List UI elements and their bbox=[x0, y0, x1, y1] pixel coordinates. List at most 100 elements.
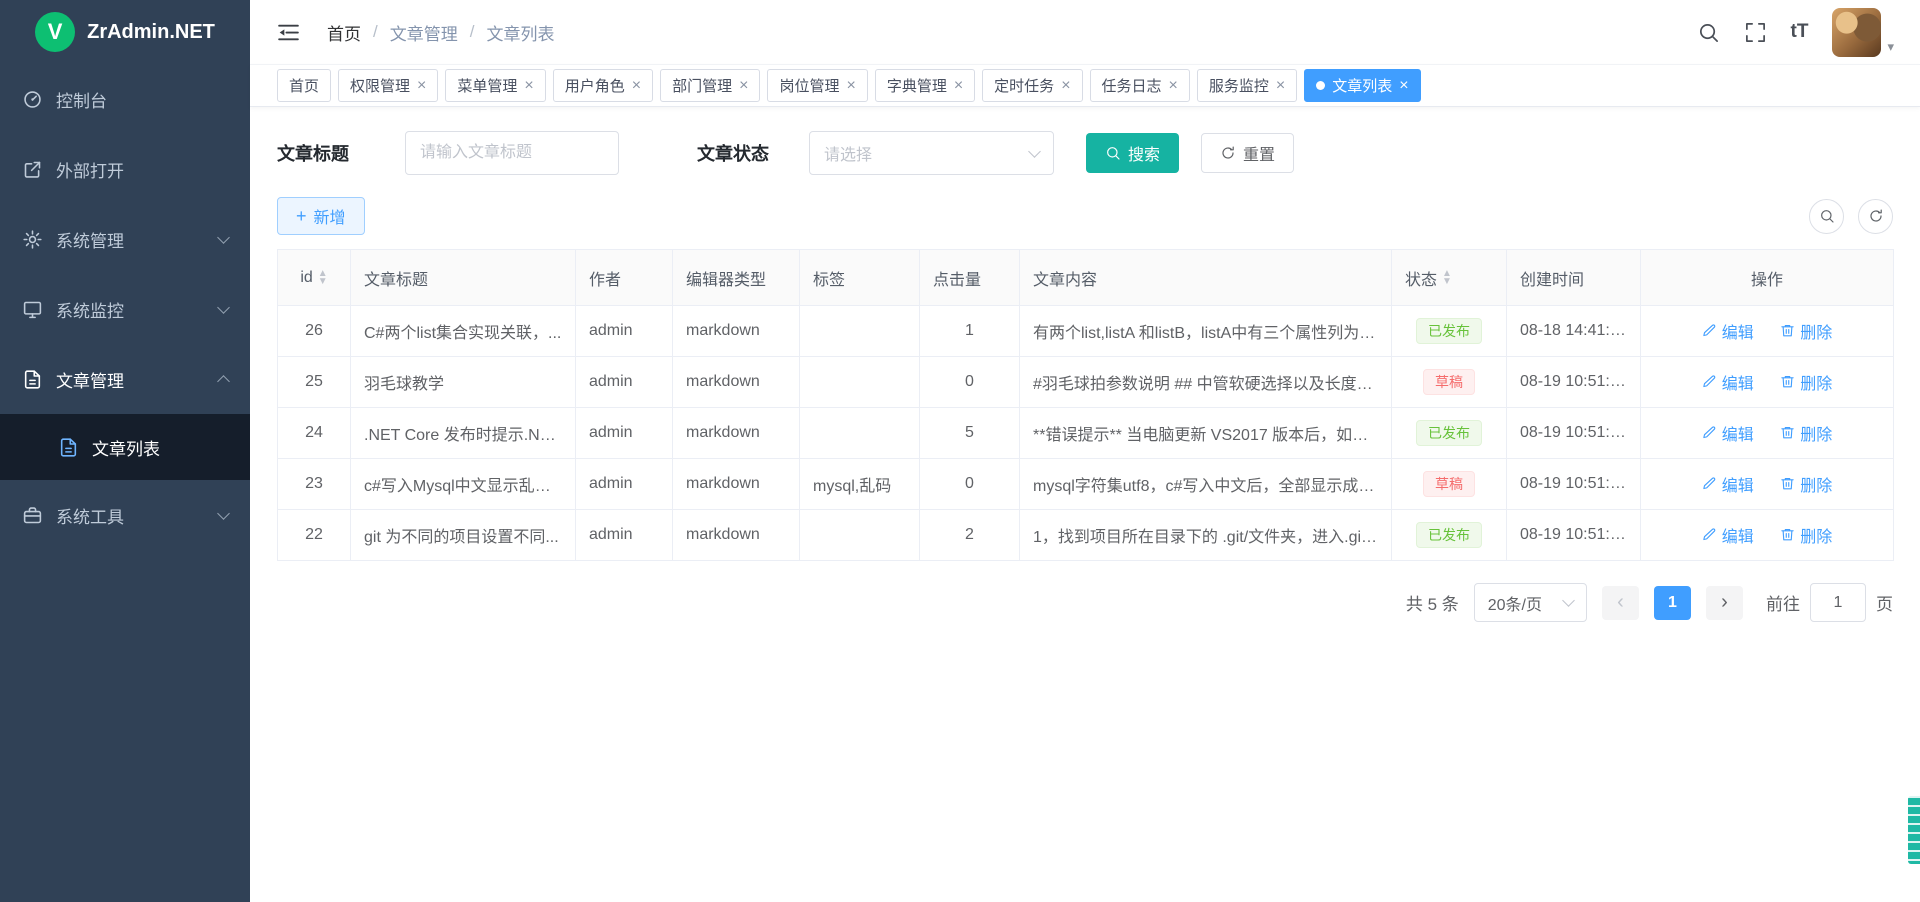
breadcrumb-home[interactable]: 首页 bbox=[327, 20, 361, 45]
cell-id: 25 bbox=[278, 357, 351, 408]
tab-service-monitor[interactable]: 服务监控 × bbox=[1197, 69, 1297, 102]
close-icon[interactable]: × bbox=[846, 78, 855, 94]
close-icon[interactable]: × bbox=[1399, 78, 1408, 94]
tab-scheduled-task[interactable]: 定时任务 × bbox=[982, 69, 1082, 102]
trash-icon bbox=[1780, 374, 1795, 389]
cell-title: 羽毛球教学 bbox=[351, 357, 576, 408]
trash-icon bbox=[1780, 425, 1795, 440]
edit-button[interactable]: 编辑 bbox=[1702, 319, 1754, 343]
page-number-1[interactable]: 1 bbox=[1654, 586, 1691, 620]
tab-label: 任务日志 bbox=[1102, 75, 1162, 96]
tab-user-role[interactable]: 用户角色 × bbox=[553, 69, 653, 102]
edit-button[interactable]: 编辑 bbox=[1702, 472, 1754, 496]
pencil-icon bbox=[1702, 425, 1717, 440]
reset-button[interactable]: 重置 bbox=[1201, 133, 1294, 173]
article-status-select[interactable]: 请选择 bbox=[809, 131, 1054, 175]
delete-button[interactable]: 删除 bbox=[1780, 472, 1832, 496]
table-row: 22 git 为不同的项目设置不同... admin markdown 2 1，… bbox=[278, 510, 1894, 561]
cell-tags bbox=[800, 510, 920, 561]
add-button[interactable]: + 新增 bbox=[277, 197, 365, 235]
collapse-sidebar-button[interactable] bbox=[276, 20, 301, 45]
table-row: 24 .NET Core 发布时提示.NET... admin markdown… bbox=[278, 408, 1894, 459]
search-button[interactable]: 搜索 bbox=[1086, 133, 1179, 173]
delete-button[interactable]: 删除 bbox=[1780, 319, 1832, 343]
next-page-button[interactable]: › bbox=[1706, 586, 1743, 620]
chevron-down-icon bbox=[217, 507, 230, 520]
prev-page-button[interactable]: ‹ bbox=[1602, 586, 1639, 620]
refresh-table-button[interactable] bbox=[1858, 199, 1893, 234]
tab-dept-mgmt[interactable]: 部门管理 × bbox=[660, 69, 760, 102]
tab-menu-mgmt[interactable]: 菜单管理 × bbox=[445, 69, 545, 102]
table-row: 25 羽毛球教学 admin markdown 0 #羽毛球拍参数说明 ## 中… bbox=[278, 357, 1894, 408]
close-icon[interactable]: × bbox=[1276, 78, 1285, 94]
article-table: id ▲▼ 文章标题 作者 编辑器类型 标签 点击量 文章内容 状态 ▲▼ bbox=[277, 249, 1894, 561]
tab-task-log[interactable]: 任务日志 × bbox=[1090, 69, 1190, 102]
edit-button[interactable]: 编辑 bbox=[1702, 421, 1754, 445]
close-icon[interactable]: × bbox=[524, 78, 533, 94]
column-status[interactable]: 状态 ▲▼ bbox=[1392, 250, 1507, 306]
tab-label: 首页 bbox=[289, 75, 319, 96]
sidebar-item-system-monitor[interactable]: 系统监控 bbox=[0, 274, 250, 344]
sidebar-item-dashboard[interactable]: 控制台 bbox=[0, 64, 250, 134]
edit-button[interactable]: 编辑 bbox=[1702, 523, 1754, 547]
close-icon[interactable]: × bbox=[632, 78, 641, 94]
tab-permission-mgmt[interactable]: 权限管理 × bbox=[338, 69, 438, 102]
tab-home[interactable]: 首页 bbox=[277, 69, 331, 102]
delete-button[interactable]: 删除 bbox=[1780, 523, 1832, 547]
cell-created: 08-19 10:51:27 bbox=[1507, 408, 1641, 459]
user-menu[interactable]: ▾ bbox=[1832, 8, 1894, 57]
cell-operations: 编辑 删除 bbox=[1641, 306, 1894, 357]
status-badge: 草稿 bbox=[1423, 369, 1475, 396]
cell-created: 08-18 14:41:36 bbox=[1507, 306, 1641, 357]
close-icon[interactable]: × bbox=[1061, 78, 1070, 94]
goto-page-input[interactable] bbox=[1810, 583, 1866, 622]
search-icon[interactable] bbox=[1697, 21, 1720, 44]
sidebar-menu: 控制台 外部打开 系统管理 系统监控 bbox=[0, 64, 250, 902]
avatar[interactable] bbox=[1832, 8, 1881, 57]
delete-button[interactable]: 删除 bbox=[1780, 370, 1832, 394]
cell-operations: 编辑 删除 bbox=[1641, 459, 1894, 510]
cell-author: admin bbox=[576, 357, 673, 408]
breadcrumb-article-management[interactable]: 文章管理 bbox=[390, 20, 458, 45]
tab-label: 服务监控 bbox=[1209, 75, 1269, 96]
tab-post-mgmt[interactable]: 岗位管理 × bbox=[767, 69, 867, 102]
tab-article-list[interactable]: 文章列表 × bbox=[1304, 69, 1420, 102]
cell-editor: markdown bbox=[673, 357, 800, 408]
breadcrumb-article-list: 文章列表 bbox=[486, 20, 554, 45]
cell-tags bbox=[800, 306, 920, 357]
close-icon[interactable]: × bbox=[1169, 78, 1178, 94]
tab-label: 字典管理 bbox=[887, 75, 947, 96]
plus-icon: + bbox=[296, 207, 307, 225]
sort-icons[interactable]: ▲▼ bbox=[318, 270, 328, 286]
fullscreen-icon[interactable] bbox=[1744, 21, 1767, 44]
status-badge: 草稿 bbox=[1423, 471, 1475, 498]
font-size-icon[interactable]: tT bbox=[1791, 21, 1809, 43]
close-icon[interactable]: × bbox=[739, 78, 748, 94]
article-management-submenu: 文章列表 bbox=[0, 414, 250, 480]
sidebar-item-system-tools[interactable]: 系统工具 bbox=[0, 480, 250, 550]
sidebar-item-external-open[interactable]: 外部打开 bbox=[0, 134, 250, 204]
cell-editor: markdown bbox=[673, 459, 800, 510]
chevron-up-icon bbox=[217, 375, 230, 388]
cell-content: mysql字符集utf8，c#写入中文后，全部显示成? ... bbox=[1020, 459, 1392, 510]
status-badge: 已发布 bbox=[1416, 318, 1482, 345]
chevron-down-icon bbox=[1562, 594, 1575, 607]
article-title-input[interactable] bbox=[405, 131, 619, 175]
edit-button[interactable]: 编辑 bbox=[1702, 370, 1754, 394]
sort-icons[interactable]: ▲▼ bbox=[1442, 270, 1452, 286]
toggle-search-button[interactable] bbox=[1809, 199, 1844, 234]
column-id[interactable]: id ▲▼ bbox=[278, 250, 351, 306]
cell-status: 草稿 bbox=[1392, 459, 1507, 510]
sidebar-item-article-management[interactable]: 文章管理 bbox=[0, 344, 250, 414]
page-size-select[interactable]: 20条/页 bbox=[1474, 583, 1587, 622]
sidebar-item-system-management[interactable]: 系统管理 bbox=[0, 204, 250, 274]
close-icon[interactable]: × bbox=[417, 78, 426, 94]
tab-dict-mgmt[interactable]: 字典管理 × bbox=[875, 69, 975, 102]
sidebar-item-article-list[interactable]: 文章列表 bbox=[0, 414, 250, 480]
column-editor-type: 编辑器类型 bbox=[673, 250, 800, 306]
close-icon[interactable]: × bbox=[954, 78, 963, 94]
column-created: 创建时间 bbox=[1507, 250, 1641, 306]
delete-button[interactable]: 删除 bbox=[1780, 421, 1832, 445]
floating-widget[interactable] bbox=[1908, 796, 1920, 864]
status-badge: 已发布 bbox=[1416, 522, 1482, 549]
